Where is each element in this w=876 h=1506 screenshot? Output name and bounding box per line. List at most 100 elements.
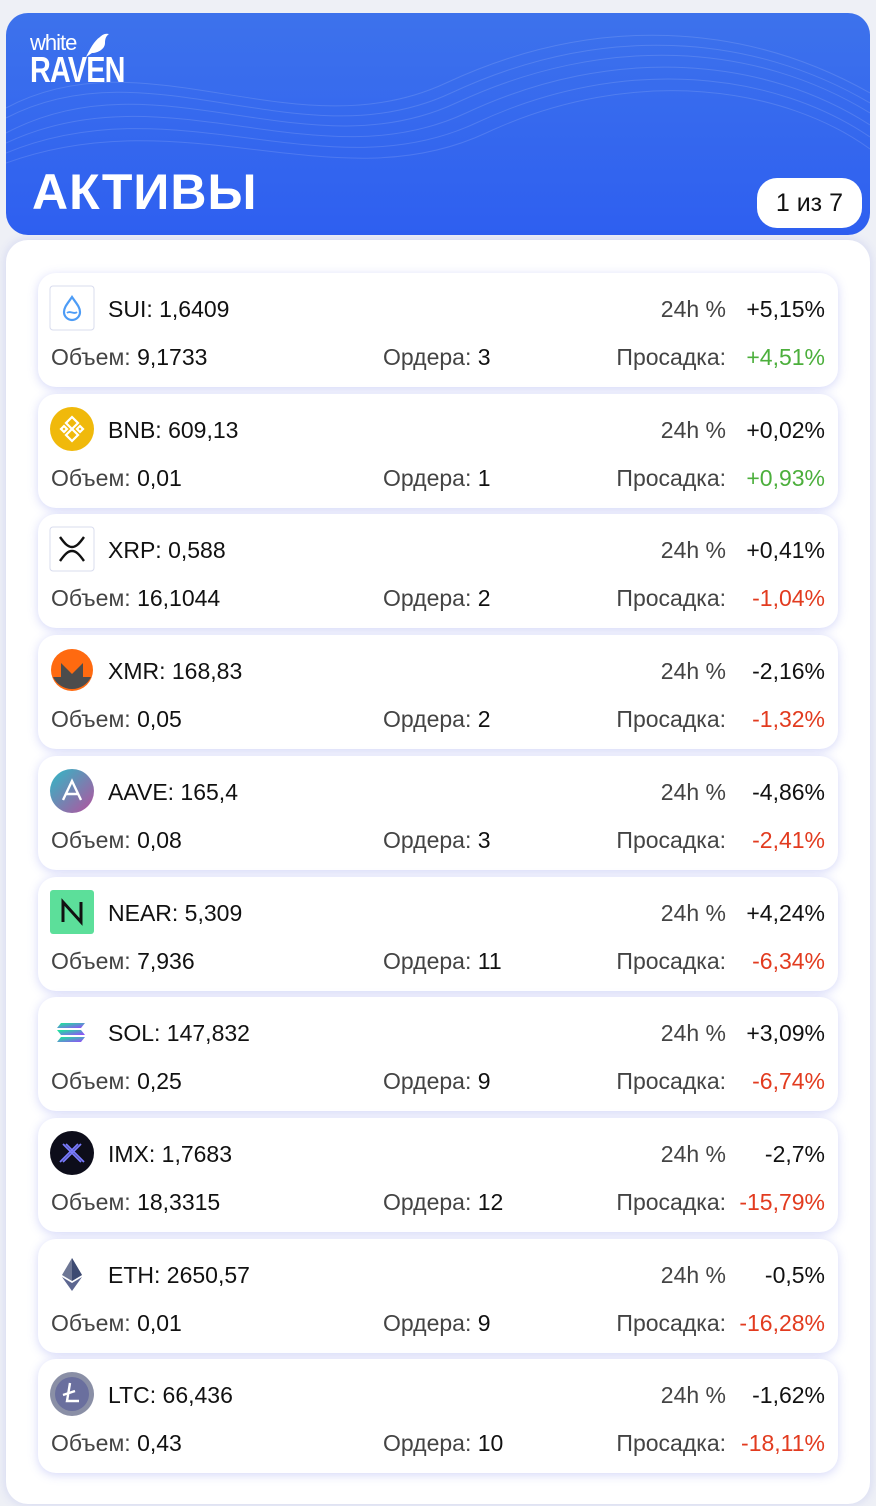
asset-card[interactable]: ETH: 2650,57 24h % -0,5% Объем: 0,01 Ордера:… [38, 1238, 838, 1353]
asset-card[interactable]: BNB: 609,13 24h % +0,02% Объем: 0,01 Ордера:… [38, 393, 838, 508]
bnb-icon [49, 406, 95, 452]
orders: Ордера: 12 [383, 1189, 503, 1216]
asset-name-price: SUI: 1,6409 [108, 296, 230, 322]
volume: Объем: 16,1044 [51, 585, 220, 612]
volume: Объем: 18,3315 [51, 1189, 220, 1216]
drawdown-value: +0,93% [746, 464, 825, 491]
change-24h-value: +0,02% [746, 416, 825, 443]
orders-label: Ордера: [383, 1430, 472, 1457]
change-24h-label: 24h % [660, 899, 726, 926]
drawdown-label: Просадка: [616, 464, 726, 491]
volume-value: 0,25 [137, 1068, 182, 1095]
asset-name-price: IMX: 1,7683 [108, 1140, 233, 1167]
asset-name-price: XRP: 0,588 [108, 537, 226, 564]
header-banner: white RAVEN АКТИВЫ 1 из 7 [6, 13, 870, 235]
change-24h-value: -2,7% [764, 1140, 825, 1167]
xmr-icon [49, 647, 95, 693]
aave-icon [49, 768, 95, 814]
orders: Ордера: 2 [383, 706, 491, 733]
drawdown-value: -15,79% [739, 1188, 825, 1215]
asset-card[interactable]: XRP: 0,588 24h % +0,41% Объем: 16,1044 Ордер… [38, 514, 838, 629]
volume-label: Объем: [51, 585, 131, 612]
page-title: АКТИВЫ [32, 164, 258, 220]
drawdown-value: -1,32% [752, 706, 825, 733]
change-24h-label: 24h % [660, 1382, 726, 1409]
change-24h-value: +3,09% [746, 1020, 825, 1047]
orders-label: Ордера: [383, 464, 472, 491]
asset-card[interactable]: IMX: 1,7683 24h % -2,7% Объем: 18,3315 Ордер… [38, 1117, 838, 1232]
asset-name-price: AAVE: 165,4 [108, 778, 238, 805]
drawdown-value: -1,04% [752, 585, 825, 612]
asset-card[interactable]: SUI: 1,6409 24h % +5,15% Объем: 9,1733 Ордер… [38, 273, 838, 387]
change-24h-label: 24h % [660, 1261, 726, 1288]
drawdown-value: -16,28% [739, 1309, 825, 1336]
volume-value: 0,01 [137, 1309, 182, 1336]
volume: Объем: 0,01 [51, 1310, 182, 1337]
change-24h-value: -0,5% [764, 1261, 825, 1288]
orders-value: 2 [477, 706, 491, 733]
asset-card[interactable]: AAVE: 165,4 24h % -4,86% Объем: 0,08 Ордера:… [38, 755, 838, 870]
drawdown-value: -18,11% [741, 1430, 825, 1457]
change-24h-label: 24h % [660, 416, 726, 443]
drawdown-label: Просадка: [616, 1430, 726, 1457]
volume: Объем: 0,01 [51, 465, 182, 492]
drawdown-value: +4,51% [746, 344, 825, 370]
page-counter[interactable]: 1 из 7 [756, 178, 862, 228]
orders-value: 1 [477, 464, 491, 491]
orders-label: Ордера: [383, 344, 472, 370]
orders-value: 12 [477, 1188, 504, 1215]
orders-value: 2 [477, 585, 491, 612]
drawdown-label: Просадка: [616, 706, 726, 733]
change-24h-value: -4,86% [752, 778, 825, 805]
volume-label: Объем: [51, 344, 131, 370]
drawdown-value: -6,74% [752, 1068, 825, 1095]
asset-name-price: BNB: 609,13 [108, 416, 239, 443]
change-24h-label: 24h % [660, 537, 726, 564]
asset-name-price: XMR: 168,83 [108, 658, 243, 685]
eth-icon [49, 1251, 95, 1297]
orders: Ордера: 1 [383, 465, 491, 492]
drawdown-value: -6,34% [752, 947, 825, 974]
volume-label: Объем: [51, 1430, 131, 1457]
volume: Объем: 0,08 [51, 827, 182, 854]
raven-bird-icon [86, 33, 109, 57]
asset-card[interactable]: XMR: 168,83 24h % -2,16% Объем: 0,05 Ордера:… [38, 635, 838, 750]
asset-card[interactable]: SOL: 147,832 24h % +3,09% Объем: 0,25 Ордера… [38, 997, 838, 1112]
ltc-icon [49, 1371, 95, 1417]
change-24h-value: -2,16% [752, 658, 825, 685]
orders-value: 3 [477, 826, 491, 853]
change-24h-value: +0,41% [746, 537, 825, 564]
orders: Ордера: 11 [383, 948, 502, 975]
orders-label: Ордера: [383, 585, 472, 612]
volume-label: Объем: [51, 1068, 131, 1095]
sui-icon [49, 285, 95, 331]
orders-value: 9 [477, 1309, 491, 1336]
near-icon [49, 889, 95, 935]
white-raven-logo: white RAVEN [30, 32, 148, 88]
volume-label: Объем: [51, 1188, 131, 1215]
orders-value: 11 [477, 947, 502, 974]
orders-value: 10 [477, 1430, 504, 1457]
xrp-icon [49, 526, 95, 572]
drawdown-value: -2,41% [752, 826, 825, 853]
drawdown-label: Просадка: [616, 1068, 726, 1095]
change-24h-value: +4,24% [746, 899, 825, 926]
volume-value: 16,1044 [137, 585, 221, 612]
orders-label: Ордера: [383, 706, 472, 733]
volume-value: 0,01 [137, 464, 182, 491]
asset-card[interactable]: LTC: 66,436 24h % -1,62% Объем: 0,43 Ордера:… [38, 1359, 838, 1474]
volume: Объем: 9,1733 [51, 344, 207, 371]
asset-name-price: SOL: 147,832 [108, 1020, 250, 1047]
orders-label: Ордера: [383, 1309, 472, 1336]
asset-card[interactable]: NEAR: 5,309 24h % +4,24% Объем: 7,936 Ордера… [38, 876, 838, 991]
volume-value: 18,3315 [137, 1188, 221, 1215]
asset-name-price: NEAR: 5,309 [108, 899, 243, 926]
change-24h-label: 24h % [660, 658, 726, 685]
volume: Объем: 7,936 [51, 948, 195, 975]
volume-label: Объем: [51, 1309, 131, 1336]
volume-label: Объем: [51, 826, 131, 853]
change-24h-label: 24h % [660, 1140, 726, 1167]
drawdown-label: Просадка: [616, 947, 726, 974]
orders-label: Ордера: [383, 826, 472, 853]
orders-value: 3 [477, 344, 491, 370]
